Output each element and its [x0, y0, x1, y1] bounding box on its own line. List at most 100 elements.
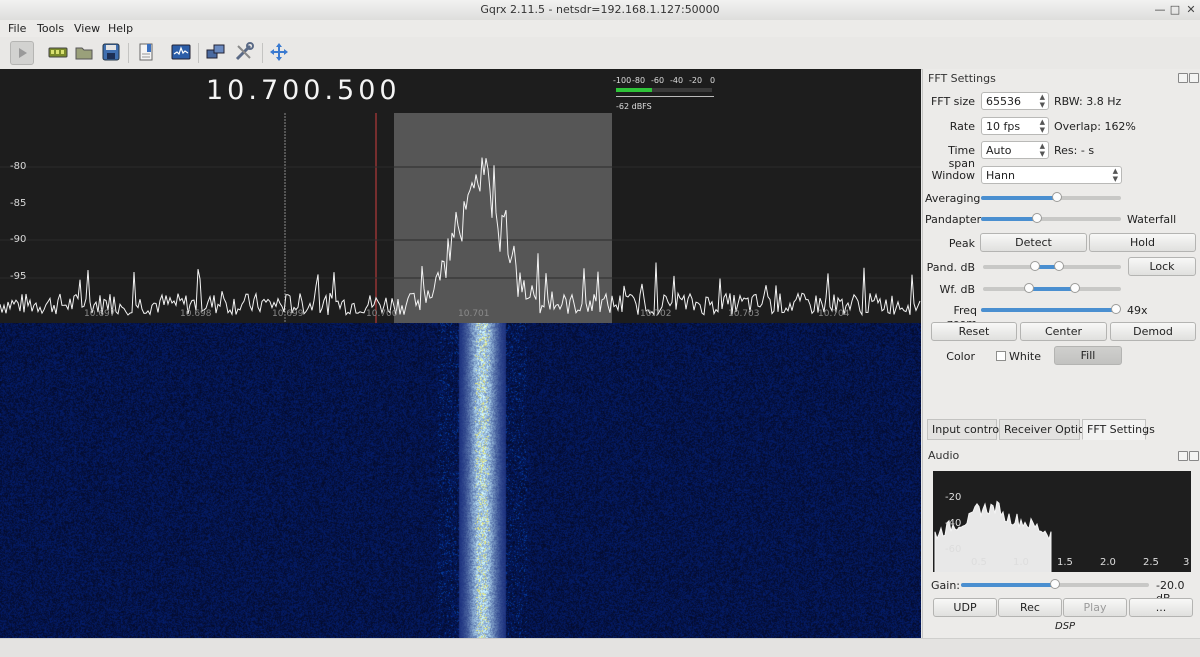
meter-scale-label: -100: [613, 76, 632, 85]
demod-button[interactable]: Demod: [1110, 322, 1196, 341]
audio-y-label: -20: [945, 492, 962, 503]
play-button[interactable]: Play: [1063, 598, 1127, 617]
white-checkbox-label: White: [1009, 350, 1041, 363]
reset-button[interactable]: Reset: [931, 322, 1017, 341]
meter-level-text: -62 dBFS: [616, 102, 652, 111]
rec-button[interactable]: Rec: [998, 598, 1062, 617]
audio-x-label: 2.5: [1143, 557, 1159, 568]
tools-icon[interactable]: [233, 41, 255, 63]
tab-receiver-options[interactable]: Receiver Options: [999, 419, 1098, 440]
float-icon[interactable]: [1178, 73, 1188, 83]
menu-help[interactable]: Help: [108, 22, 133, 35]
averaging-slider[interactable]: [981, 192, 1121, 202]
fft-size-value: 65536: [986, 95, 1021, 108]
range-handle-low[interactable]: [1023, 283, 1034, 293]
toolbar: [0, 37, 1200, 70]
range-handle-high[interactable]: [1053, 261, 1064, 271]
meter-scale-label: -80: [632, 76, 646, 85]
freq-zoom-slider[interactable]: [981, 304, 1122, 314]
audio-x-label: 0.5: [971, 557, 987, 568]
spectrum-graph: [0, 113, 921, 323]
range-handle-low[interactable]: [1030, 261, 1041, 271]
audio-y-label: -40: [945, 518, 962, 529]
pand-db-range-slider[interactable]: [983, 261, 1121, 271]
title-bar: Gqrx 2.11.5 - netsdr=192.168.1.127:50000…: [0, 0, 1200, 21]
x-axis-label: 10.704: [818, 309, 850, 319]
white-checkbox[interactable]: [996, 351, 1006, 361]
right-dock: FFT Settings FFT size 65536 ▲ ▼ RBW: 3.8 …: [922, 69, 1200, 638]
x-axis-label: 10.699: [272, 309, 304, 319]
float-icon[interactable]: [1178, 451, 1188, 461]
fill-button[interactable]: Fill: [1054, 346, 1122, 365]
waterfall-display[interactable]: [0, 323, 921, 638]
fft-icon[interactable]: [170, 41, 192, 63]
network-icon[interactable]: [205, 41, 227, 63]
play-icon[interactable]: [10, 41, 34, 65]
gain-slider[interactable]: [961, 579, 1149, 589]
res-info: Res: - s: [1054, 144, 1095, 157]
frequency-readout[interactable]: 10.700.500: [206, 75, 401, 106]
x-axis-label: 10.698: [180, 309, 212, 319]
fft-size-select[interactable]: 65536 ▲ ▼: [981, 92, 1049, 110]
wf-db-label: Wf. dB: [939, 283, 975, 296]
window-select[interactable]: Hann ▲ ▼: [981, 166, 1122, 184]
gain-label: Gain:: [931, 579, 960, 592]
window-value: Hann: [986, 169, 1015, 182]
time-span-value: Auto: [986, 144, 1012, 157]
meter-fill: [616, 88, 653, 92]
menu-view[interactable]: View: [74, 22, 100, 35]
window-label: Window: [931, 169, 975, 182]
pand-db-label: Pand. dB: [926, 261, 975, 274]
status-bar: [0, 638, 1200, 657]
menu-tools[interactable]: Tools: [37, 22, 64, 35]
menu-file[interactable]: File: [8, 22, 26, 35]
window-title: Gqrx 2.11.5 - netsdr=192.168.1.127:50000: [480, 3, 720, 16]
hold-button[interactable]: Hold: [1089, 233, 1196, 252]
range-handle-high[interactable]: [1070, 283, 1081, 293]
minimize-button[interactable]: —: [1153, 3, 1167, 16]
close-dock-icon[interactable]: [1189, 451, 1199, 461]
center-button[interactable]: Center: [1020, 322, 1107, 341]
time-span-select[interactable]: Auto ▲ ▼: [981, 141, 1049, 159]
x-axis-label: 10.697: [84, 309, 116, 319]
udp-button[interactable]: UDP: [933, 598, 997, 617]
open-icon[interactable]: [73, 41, 95, 63]
spectrum-plot[interactable]: 10.700.500 -80 -85 -90 -95 10.697 10.698…: [0, 69, 921, 323]
detect-button[interactable]: Detect: [980, 233, 1087, 252]
audio-title: Audio: [928, 449, 960, 462]
lock-button[interactable]: Lock: [1128, 257, 1196, 276]
y-axis-label: -85: [10, 198, 27, 209]
wf-db-range-slider[interactable]: [983, 283, 1121, 293]
slider-handle[interactable]: [1050, 579, 1060, 589]
x-axis-label: 10.702: [640, 309, 672, 319]
save-icon[interactable]: [100, 41, 122, 63]
more-button[interactable]: ...: [1129, 598, 1193, 617]
rate-label: Rate: [949, 120, 975, 133]
close-dock-icon[interactable]: [1189, 73, 1199, 83]
bookmark-icon[interactable]: [135, 41, 157, 63]
x-axis-label: 10.703: [728, 309, 760, 319]
pandapter-slider[interactable]: [981, 213, 1121, 223]
audio-x-label: 3: [1183, 557, 1190, 568]
meter-scale-label: -60: [651, 76, 665, 85]
color-label: Color: [946, 350, 975, 363]
hardware-icon[interactable]: [47, 41, 69, 63]
slider-handle[interactable]: [1032, 213, 1042, 223]
close-button[interactable]: ✕: [1184, 3, 1198, 16]
slider-handle[interactable]: [1051, 192, 1062, 202]
peak-label: Peak: [948, 237, 975, 250]
freq-zoom-value: 49x: [1127, 304, 1148, 317]
tab-fft-settings[interactable]: FFT Settings: [1082, 419, 1155, 440]
fullscreen-icon[interactable]: [268, 41, 290, 63]
rbw-info: RBW: 3.8 Hz: [1054, 95, 1122, 108]
maximize-button[interactable]: □: [1168, 3, 1182, 16]
menu-bar: File Tools View Help: [0, 20, 1200, 37]
rate-select[interactable]: 10 fps ▲ ▼: [981, 117, 1049, 135]
slider-handle[interactable]: [1111, 304, 1122, 314]
rate-value: 10 fps: [986, 120, 1021, 133]
audio-x-label: 1.5: [1057, 557, 1073, 568]
tab-input-controls[interactable]: Input controls: [927, 419, 1008, 440]
dsp-label: DSP: [1055, 621, 1076, 632]
y-axis-label: -90: [10, 234, 27, 245]
y-axis-label: -80: [10, 161, 27, 172]
